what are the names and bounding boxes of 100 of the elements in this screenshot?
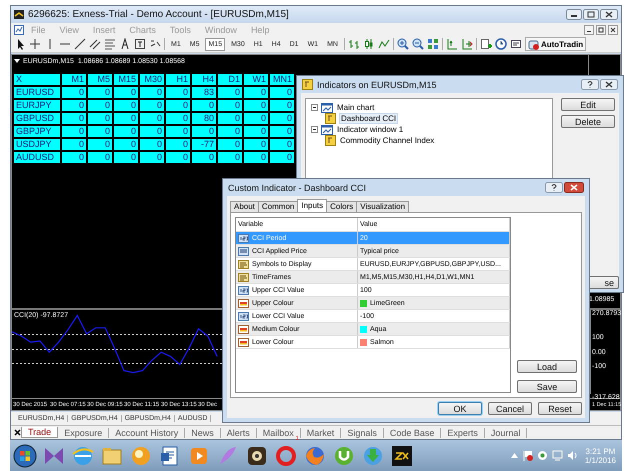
ring-icon[interactable] [274,444,298,468]
tile-icon[interactable] [426,38,439,50]
value-cell: 0 [270,100,294,111]
dialog-button[interactable]: Save [517,380,577,393]
indicator-icon [302,79,313,90]
candlestick-icon[interactable] [362,38,375,50]
dialog-tab[interactable]: Visualization [356,201,410,212]
value-cell: 0 [218,113,242,124]
minimize-icon[interactable] [566,9,582,20]
dialog-button[interactable]: OK [438,402,482,415]
line-chart-icon[interactable] [378,38,390,50]
dialog-button[interactable]: Cancel [488,402,532,415]
dialog-title: Custom Indicator - Dashboard CCI [228,182,368,192]
value-cell: 0 [192,100,216,111]
string-icon [238,258,249,270]
collapse-icon[interactable] [311,104,318,111]
terminal-tab[interactable]: Account History [109,428,186,438]
close-icon[interactable] [564,182,584,193]
value-cell: 0 [218,152,242,163]
dialog-button[interactable]: Load [517,360,577,373]
value-cell: 0 [88,100,112,111]
value-cell: 0 [270,113,294,124]
terminal-tab[interactable]: Experts [441,428,485,438]
window-title: 6296625: Exness-Trial - Demo Account - [EURUSDm,M15] [28,9,290,20]
collapse-icon[interactable] [311,126,318,133]
minimize-icon[interactable] [584,24,594,34]
number-icon [238,284,249,296]
dialog-tab[interactable]: Colors [326,201,358,212]
value-cell: 0 [114,87,138,98]
terminal-tab[interactable]: Exposure [58,428,110,438]
chart-shift-icon[interactable] [446,38,458,50]
template-icon[interactable] [510,38,522,50]
autotrading-button[interactable]: AutoTradin [524,37,586,51]
bar-chart-icon[interactable] [348,38,360,50]
tree-item[interactable]: Main chart [336,103,376,112]
symbol-cell: USDJPY [14,139,60,150]
close-icon[interactable] [600,9,618,20]
clock-icon[interactable] [494,38,507,50]
terminal-tab[interactable]: Signals [341,428,384,438]
dialog-tab[interactable]: Inputs [297,199,328,212]
zoom-in-icon[interactable] [396,38,409,50]
symbol-cell: AUDUSD [14,152,60,163]
column-header: M1 [62,74,86,85]
value-cell: 0 [166,152,190,163]
value-cell: 0 [192,126,216,137]
new-order-icon[interactable] [480,38,492,50]
terminal-tab[interactable]: Code Base [384,428,442,438]
channel-icon[interactable] [89,38,101,50]
column-header: D1 [218,74,242,85]
text-icon[interactable] [119,38,131,50]
value-cell: -77 [192,139,216,150]
maximize-icon[interactable] [583,9,599,20]
terminal-tab[interactable]: Market [300,428,342,438]
dialog-button[interactable]: Reset [538,402,582,415]
start-orb-icon[interactable] [13,444,37,468]
value-cell: 0 [270,87,294,98]
tree-item[interactable]: Commodity Channel Index [339,136,436,145]
dialog-button[interactable]: Edit [561,98,615,111]
tree-item[interactable]: Indicator window 1 [336,125,404,134]
value-cell: 0 [140,126,164,137]
value-cell: 0 [244,113,268,124]
dialog-tab[interactable]: About [230,201,259,212]
value-cell: 0 [62,139,86,150]
terminal-tab[interactable]: Journal [484,428,528,438]
dialog-tab[interactable]: Common [258,201,298,212]
close-icon[interactable] [600,79,618,90]
value-cell: 0 [114,152,138,163]
crosshair-icon[interactable] [29,38,41,50]
value-cell: 0 [244,126,268,137]
restore-icon[interactable] [596,24,606,34]
close-icon[interactable] [608,24,618,34]
number-icon [238,310,249,322]
window-icon [321,102,333,112]
zoom-out-icon[interactable] [412,38,424,50]
fibonacci-icon[interactable] [104,38,116,50]
value-cell: 0 [140,100,164,111]
tree-item[interactable]: Dashboard CCI [339,113,398,124]
network-icon[interactable] [536,450,548,461]
terminal-tab[interactable]: Trade [21,427,58,438]
help-icon[interactable] [581,79,599,90]
terminal-tab[interactable]: News [185,428,221,438]
value-cell: 0 [114,113,138,124]
flag-icon[interactable] [522,450,533,461]
column-header: MN1 [270,74,294,85]
trendline-icon[interactable] [74,38,86,50]
value-cell: 80 [192,113,216,124]
autoscroll-icon[interactable] [460,38,473,50]
value-cell: 0 [62,113,86,124]
value-cell: 0 [62,126,86,137]
clock-time: 3:21 PM [586,446,616,456]
zx-logo-icon[interactable] [390,444,414,468]
terminal-tab[interactable]: Alerts [220,428,257,438]
symbol-cell: GBPJPY [14,126,60,137]
value-cell: 0 [140,87,164,98]
dialog-button[interactable]: Delete [561,115,615,128]
close-icon[interactable] [14,429,21,436]
value-cell: 0 [88,152,112,163]
label-icon[interactable] [134,38,146,50]
help-icon[interactable] [545,182,563,193]
value-cell: 0 [88,87,112,98]
